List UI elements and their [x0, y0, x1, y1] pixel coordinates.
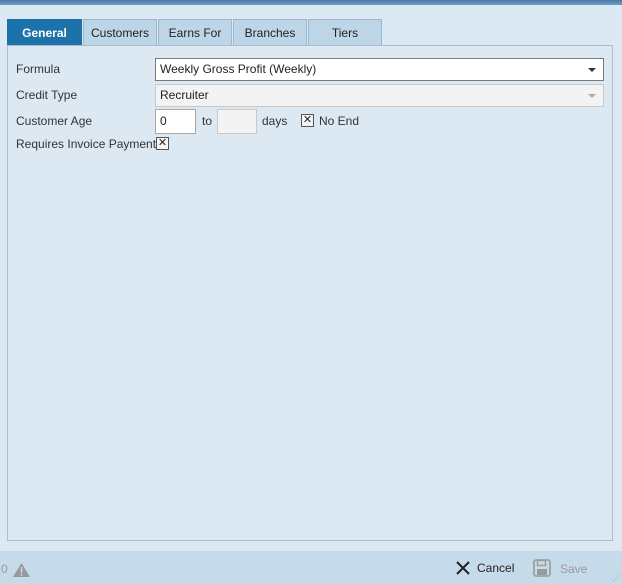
cancel-label: Cancel: [477, 561, 515, 575]
resize-grip-icon[interactable]: ⋰: [612, 574, 620, 583]
save-button[interactable]: Save: [533, 559, 588, 577]
to-label: to: [202, 114, 213, 128]
credit-type-select[interactable]: Recruiter: [155, 84, 604, 107]
requires-invoice-label: Requires Invoice Payment: [16, 137, 157, 151]
days-label: days: [262, 114, 288, 128]
credit-type-value: Recruiter: [160, 88, 209, 102]
warning-icon: [13, 563, 30, 577]
footer-bar: 0 Cancel Save ⋰: [0, 551, 622, 584]
warning-count: 0: [1, 562, 8, 576]
save-icon: [533, 559, 551, 577]
customer-age-label: Customer Age: [16, 114, 93, 128]
save-label: Save: [560, 562, 588, 576]
tab-earns-for[interactable]: Earns For: [158, 19, 232, 45]
customer-age-to-input[interactable]: [217, 109, 257, 134]
tab-customers[interactable]: Customers: [83, 19, 157, 45]
window-top-bar: [0, 0, 622, 5]
credit-type-label: Credit Type: [16, 88, 78, 102]
chevron-down-icon: [588, 68, 596, 72]
no-end-label: No End: [319, 114, 360, 128]
formula-label: Formula: [16, 62, 61, 76]
formula-value: Weekly Gross Profit (Weekly): [160, 62, 317, 76]
formula-select[interactable]: Weekly Gross Profit (Weekly): [155, 58, 604, 81]
chevron-down-icon: [588, 94, 596, 98]
close-icon: [456, 561, 470, 575]
requires-invoice-checkbox[interactable]: ✕: [156, 137, 169, 150]
customer-age-from-input[interactable]: 0: [155, 109, 196, 134]
tab-general[interactable]: General: [7, 19, 82, 51]
tab-branches[interactable]: Branches: [233, 19, 307, 45]
no-end-checkbox[interactable]: ✕: [301, 114, 314, 127]
cancel-button[interactable]: Cancel: [456, 561, 514, 575]
tab-strip: General Customers Earns For Branches Tie…: [7, 19, 383, 51]
customer-age-from-value: 0: [160, 114, 167, 128]
tab-tiers[interactable]: Tiers: [308, 19, 382, 45]
general-panel: Formula Weekly Gross Profit (Weekly) Cre…: [7, 45, 613, 541]
